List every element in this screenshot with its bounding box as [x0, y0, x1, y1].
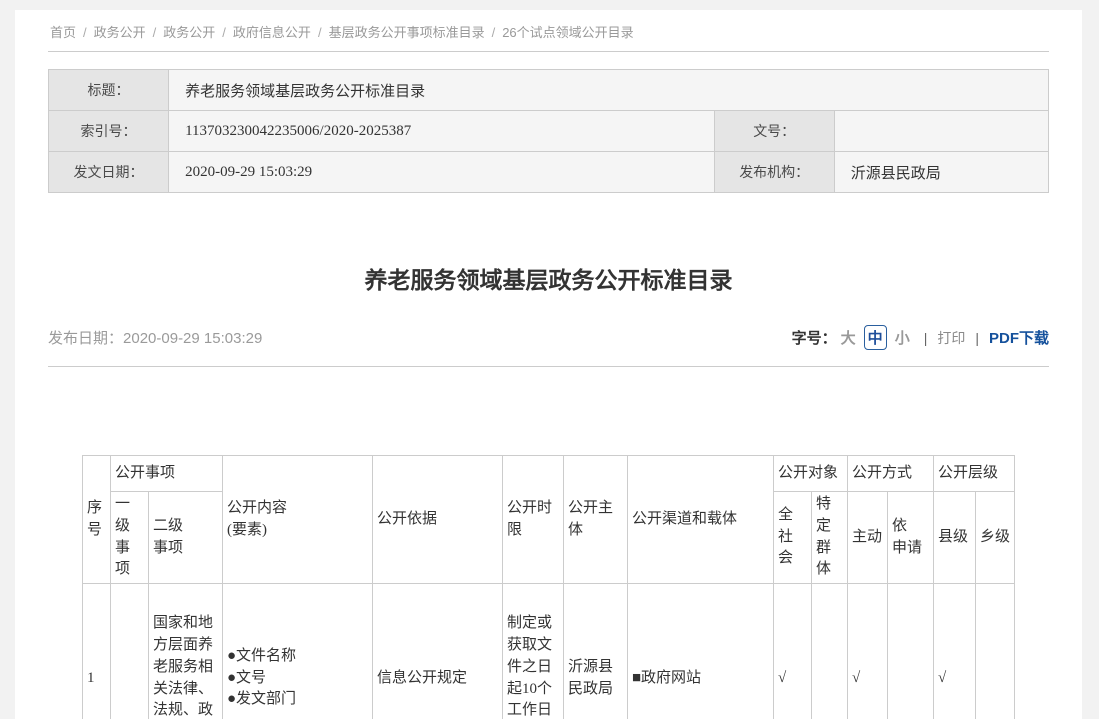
cell-level-town [976, 584, 1015, 719]
cell-audience-specific [811, 584, 847, 719]
cell-content: ●文件名称 ●文号 ●发文部门 [222, 584, 372, 719]
col-header-level1: 一 级 事项 [110, 492, 148, 584]
page-title: 养老服务领域基层政务公开标准目录 [48, 261, 1049, 299]
cell-method-active: √ [848, 584, 888, 719]
col-header-level2: 二级 事项 [148, 492, 222, 584]
breadcrumb-catalog[interactable]: 基层政务公开事项标准目录 [329, 25, 485, 40]
meta-title-label: 标题： [49, 70, 169, 111]
cell-basis: 信息公开规定 [372, 584, 502, 719]
content-panel: 首页 / 政务公开 / 政务公开 / 政府信息公开 / 基层政务公开事项标准目录 / 26个试点领域… [15, 10, 1082, 719]
cell-method-request [888, 584, 934, 719]
article-controls: 字号： 大 中 小 | 打印 | PDF下载 [792, 325, 1049, 350]
font-size-small-button[interactable]: 小 [895, 327, 910, 348]
catalog-header-row-1: 序 号 公开事项 公开内容 (要素) 公开依据 公开时 限 公开主体 公开渠道和… [82, 456, 1014, 492]
col-header-subject: 公开主体 [563, 456, 627, 584]
cell-level2: 国家和地方层面养老服务相关法律、法规、政策文件 [148, 584, 222, 719]
breadcrumb-zwgk-1[interactable]: 政务公开 [94, 25, 146, 40]
meta-row-index: 索引号： 113703230042235006/2020-2025387 文号： [49, 111, 1049, 152]
col-header-method-request: 依 申请 [888, 492, 934, 584]
col-header-level-town: 乡级 [976, 492, 1015, 584]
controls-divider: | [924, 330, 928, 346]
breadcrumb-zwgk-2[interactable]: 政务公开 [163, 25, 215, 40]
pdf-download-button[interactable]: PDF下载 [989, 327, 1049, 348]
meta-title-value: 养老服务领域基层政务公开标准目录 [169, 70, 1049, 111]
meta-index-label: 索引号： [49, 111, 169, 152]
meta-row-date: 发文日期： 2020-09-29 15:03:29 发布机构： 沂源县民政局 [49, 152, 1049, 193]
breadcrumb-separator: / [222, 25, 226, 40]
print-button[interactable]: 打印 [937, 328, 965, 348]
col-header-seq: 序 号 [82, 456, 110, 584]
col-header-method: 公开方式 [848, 456, 934, 492]
font-size-medium-button[interactable]: 中 [864, 325, 887, 350]
meta-date-value: 2020-09-29 15:03:29 [169, 152, 715, 193]
breadcrumb-pilot-areas[interactable]: 26个试点领域公开目录 [502, 25, 633, 40]
font-size-large-button[interactable]: 大 [841, 327, 856, 348]
publish-date-value: 2020-09-29 15:03:29 [123, 330, 262, 347]
disclosure-catalog-table: 序 号 公开事项 公开内容 (要素) 公开依据 公开时 限 公开主体 公开渠道和… [82, 455, 1015, 719]
breadcrumb-gov-info[interactable]: 政府信息公开 [233, 25, 311, 40]
font-size-label: 字号： [792, 327, 837, 348]
breadcrumb-home[interactable]: 首页 [50, 25, 76, 40]
col-header-level-county: 县级 [934, 492, 976, 584]
col-header-audience-all: 全 社会 [773, 492, 811, 584]
publish-date: 发布日期：2020-09-29 15:03:29 [48, 327, 262, 348]
meta-date-label: 发文日期： [49, 152, 169, 193]
col-header-channel: 公开渠道和载体 [627, 456, 773, 584]
col-header-audience-specific: 特定 群体 [811, 492, 847, 584]
cell-level1 [110, 584, 148, 719]
breadcrumb-separator: / [318, 25, 322, 40]
controls-divider: | [975, 330, 979, 346]
col-header-content: 公开内容 (要素) [222, 456, 372, 584]
publish-date-label: 发布日期： [48, 330, 123, 347]
catalog-row-1: 1 国家和地方层面养老服务相关法律、法规、政策文件 ●文件名称 ●文号 ●发文部… [82, 584, 1014, 719]
col-header-levels: 公开层级 [934, 456, 1015, 492]
cell-subject: 沂源县民政局 [563, 584, 627, 719]
col-header-timelimit: 公开时 限 [502, 456, 563, 584]
cell-timelimit: 制定或获取文件之日起10个工作日内 [502, 584, 563, 719]
col-header-method-active: 主动 [848, 492, 888, 584]
col-header-audience: 公开对象 [773, 456, 847, 492]
meta-index-value: 113703230042235006/2020-2025387 [169, 111, 715, 152]
cell-channel: ■政府网站 [627, 584, 773, 719]
cell-audience-all: √ [773, 584, 811, 719]
cell-level-county: √ [934, 584, 976, 719]
meta-docnum-label: 文号： [714, 111, 834, 152]
meta-agency-value: 沂源县民政局 [834, 152, 1048, 193]
meta-docnum-value [834, 111, 1048, 152]
col-header-basis: 公开依据 [372, 456, 502, 584]
col-header-items: 公开事项 [110, 456, 222, 492]
breadcrumb-separator: / [83, 25, 87, 40]
meta-agency-label: 发布机构： [714, 152, 834, 193]
breadcrumb: 首页 / 政务公开 / 政务公开 / 政府信息公开 / 基层政务公开事项标准目录 / 26个试点领域… [48, 10, 1049, 52]
document-meta-table: 标题： 养老服务领域基层政务公开标准目录 索引号： 11370323004223… [48, 69, 1049, 193]
meta-row-title: 标题： 养老服务领域基层政务公开标准目录 [49, 70, 1049, 111]
breadcrumb-separator: / [153, 25, 157, 40]
cell-seq: 1 [82, 584, 110, 719]
breadcrumb-separator: / [492, 25, 496, 40]
article-meta-row: 发布日期：2020-09-29 15:03:29 字号： 大 中 小 | 打印 … [48, 325, 1049, 367]
